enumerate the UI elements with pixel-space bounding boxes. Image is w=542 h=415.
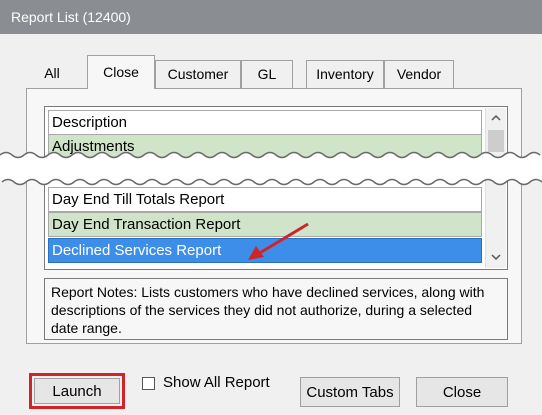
window-title: Report List (12400): [0, 0, 542, 34]
tab-close[interactable]: Close: [87, 55, 155, 89]
custom-tabs-button[interactable]: Custom Tabs: [300, 377, 400, 407]
launch-highlight: [29, 373, 125, 409]
close-button[interactable]: Close: [416, 377, 508, 407]
list-scrollbar[interactable]: [485, 108, 506, 268]
scroll-thumb[interactable]: [488, 130, 504, 152]
tab-customer[interactable]: Customer: [155, 60, 241, 88]
report-list-window: Report List (12400) All Close Customer G…: [0, 0, 542, 415]
tab-vendor[interactable]: Vendor: [384, 60, 454, 88]
torn-edge-break: [0, 151, 542, 186]
tab-gl[interactable]: GL: [241, 60, 293, 88]
show-all-report-label[interactable]: Show All Report: [163, 374, 270, 391]
close-label: Close: [442, 384, 482, 401]
red-arrow-icon: [248, 222, 309, 260]
chevron-down-icon[interactable]: [486, 247, 506, 267]
tab-inventory[interactable]: Inventory: [306, 60, 384, 88]
chevron-up-icon[interactable]: [486, 108, 506, 128]
list-item[interactable]: Day End Till Totals Report: [48, 187, 482, 212]
list-header[interactable]: Description: [48, 110, 482, 135]
tab-all[interactable]: All: [32, 60, 72, 88]
show-all-report-checkbox[interactable]: [142, 377, 155, 390]
custom-tabs-label: Custom Tabs: [306, 384, 394, 401]
report-notes: Report Notes: Lists customers who have d…: [44, 278, 508, 340]
